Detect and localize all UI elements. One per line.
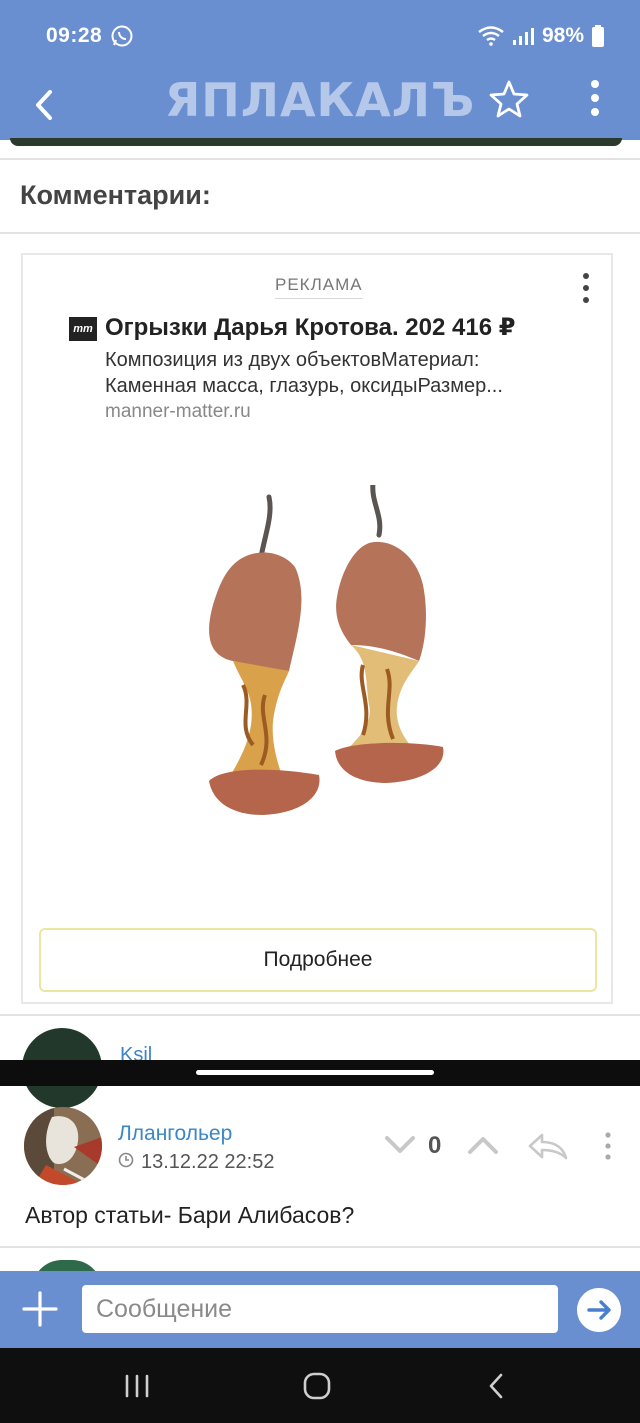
previous-image-edge [10,138,622,146]
comment-score: 0 [428,1132,442,1159]
divider [0,158,640,160]
ad-description: Композиция из двух объектовМатериал: Кам… [105,349,503,397]
home-icon[interactable] [302,1372,332,1400]
send-arrow-icon[interactable] [577,1288,621,1332]
divider [0,1246,640,1248]
ad-favicon: mm [69,317,97,341]
recent-apps-icon[interactable] [122,1372,152,1400]
ad-product-image[interactable] [173,485,463,865]
status-time: 09:28 [46,24,103,47]
more-vertical-icon[interactable] [577,271,595,305]
avatar-image [24,1107,102,1185]
wifi-icon [478,26,504,46]
system-nav-bar [0,1348,640,1423]
more-vertical-icon[interactable] [583,76,607,120]
ad-domain[interactable]: manner-matter.ru [105,401,251,423]
whatsapp-icon [111,25,133,47]
divider [0,232,640,234]
message-input[interactable] [82,1285,558,1333]
ad-card[interactable]: РЕКЛАМА mm Огрызки Дарья Кротова. 202 41… [21,253,613,1004]
gesture-handle[interactable] [196,1070,434,1075]
back-arrow-icon[interactable] [28,80,68,130]
reply-icon[interactable] [526,1131,568,1161]
comment-author[interactable]: Ллангольер [118,1122,232,1146]
avatar[interactable] [24,1107,102,1185]
comment-date: 13.12.22 22:52 [141,1151,275,1173]
comments-heading: Комментарии: [20,180,211,210]
ad-title[interactable]: Огрызки Дарья Кротова. 202 416 ₽ [105,313,515,342]
status-bar: 09:28 98% [0,0,640,70]
star-icon[interactable] [488,78,530,120]
gesture-bar [0,1060,640,1086]
vote-up-icon[interactable] [466,1132,500,1158]
comment-text: Автор статьи- Бари Алибасов? [25,1202,355,1228]
divider [0,1014,640,1016]
battery-icon [592,25,604,47]
app-header: ЯПЛАКАЛЪ [0,70,640,140]
status-right: 98% [478,24,604,48]
message-composer [0,1271,640,1348]
top-bar: 09:28 98% ЯПЛАКАЛЪ [0,0,640,140]
ad-label: РЕКЛАМА [275,275,363,299]
clock-icon [118,1152,134,1168]
site-logo[interactable]: ЯПЛАКАЛЪ [165,73,474,127]
signal-icon [512,28,534,45]
ad-more-button[interactable]: Подробнее [39,928,597,992]
battery-percent: 98% [541,24,584,47]
more-vertical-icon[interactable] [600,1131,616,1161]
plus-icon[interactable] [22,1291,58,1327]
back-icon[interactable] [482,1372,512,1400]
vote-down-icon[interactable] [383,1132,417,1158]
